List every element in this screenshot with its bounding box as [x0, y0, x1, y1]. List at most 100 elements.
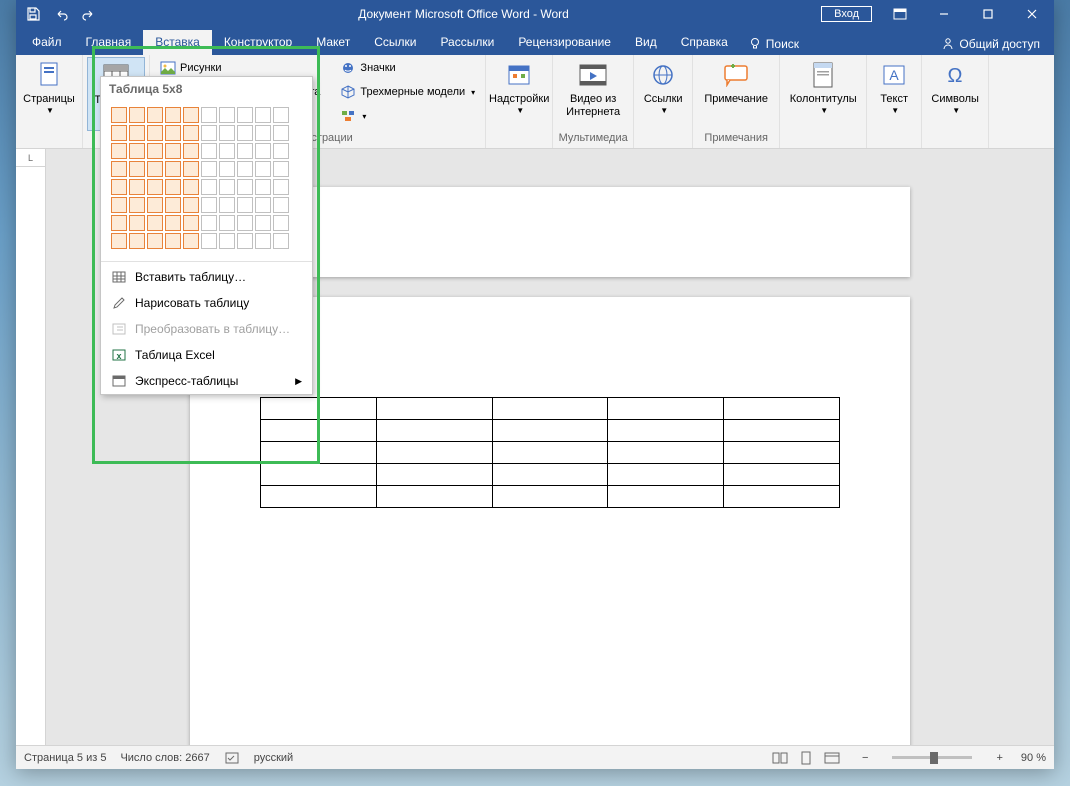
excel-table-item[interactable]: x Таблица Excel	[101, 342, 312, 368]
tab-help[interactable]: Справка	[669, 30, 740, 55]
table-cell[interactable]	[261, 442, 377, 464]
tab-design[interactable]: Конструктор	[212, 30, 304, 55]
tab-search[interactable]: Поиск	[740, 33, 807, 55]
tab-references[interactable]: Ссылки	[362, 30, 428, 55]
grid-cell[interactable]	[273, 161, 289, 177]
close-icon[interactable]	[1010, 0, 1054, 28]
grid-cell[interactable]	[129, 215, 145, 231]
grid-cell[interactable]	[273, 179, 289, 195]
grid-cell[interactable]	[183, 161, 199, 177]
document-table[interactable]	[260, 397, 840, 508]
grid-cell[interactable]	[219, 179, 235, 195]
pages-button[interactable]: Страницы ▼	[20, 57, 78, 131]
redo-icon[interactable]	[76, 2, 102, 26]
grid-cell[interactable]	[129, 125, 145, 141]
table-cell[interactable]	[261, 398, 377, 420]
grid-cell[interactable]	[237, 215, 253, 231]
grid-cell[interactable]	[219, 233, 235, 249]
grid-cell[interactable]	[183, 179, 199, 195]
table-cell[interactable]	[261, 464, 377, 486]
grid-cell[interactable]	[201, 107, 217, 123]
grid-cell[interactable]	[111, 125, 127, 141]
undo-icon[interactable]	[48, 2, 74, 26]
table-cell[interactable]	[492, 398, 608, 420]
grid-cell[interactable]	[201, 125, 217, 141]
tab-view[interactable]: Вид	[623, 30, 669, 55]
grid-cell[interactable]	[183, 143, 199, 159]
grid-cell[interactable]	[273, 197, 289, 213]
grid-cell[interactable]	[273, 125, 289, 141]
language-indicator[interactable]: русский	[254, 752, 293, 764]
tab-layout[interactable]: Макет	[304, 30, 362, 55]
table-cell[interactable]	[724, 398, 840, 420]
grid-cell[interactable]	[201, 197, 217, 213]
grid-cell[interactable]	[183, 233, 199, 249]
icons-button[interactable]: Значки	[336, 57, 479, 79]
table-cell[interactable]	[261, 486, 377, 508]
grid-cell[interactable]	[129, 161, 145, 177]
addins-button[interactable]: Надстройки ▼	[490, 57, 548, 131]
table-cell[interactable]	[608, 398, 724, 420]
grid-cell[interactable]	[219, 161, 235, 177]
grid-cell[interactable]	[219, 215, 235, 231]
table-cell[interactable]	[492, 442, 608, 464]
grid-cell[interactable]	[237, 179, 253, 195]
grid-cell[interactable]	[201, 233, 217, 249]
grid-cell[interactable]	[129, 233, 145, 249]
grid-cell[interactable]	[255, 197, 271, 213]
grid-cell[interactable]	[273, 233, 289, 249]
grid-cell[interactable]	[165, 161, 181, 177]
grid-cell[interactable]	[165, 179, 181, 195]
grid-cell[interactable]	[111, 233, 127, 249]
grid-cell[interactable]	[255, 215, 271, 231]
grid-cell[interactable]	[237, 233, 253, 249]
insert-table-item[interactable]: Вставить таблицу…	[101, 264, 312, 290]
tab-file[interactable]: Файл	[20, 30, 74, 55]
grid-cell[interactable]	[237, 107, 253, 123]
grid-cell[interactable]	[183, 215, 199, 231]
tab-home[interactable]: Главная	[74, 30, 144, 55]
grid-cell[interactable]	[147, 125, 163, 141]
grid-cell[interactable]	[255, 125, 271, 141]
grid-cell[interactable]	[237, 197, 253, 213]
table-cell[interactable]	[724, 464, 840, 486]
grid-cell[interactable]	[255, 143, 271, 159]
grid-cell[interactable]	[129, 197, 145, 213]
table-cell[interactable]	[608, 420, 724, 442]
grid-cell[interactable]	[111, 107, 127, 123]
grid-cell[interactable]	[165, 197, 181, 213]
table-cell[interactable]	[376, 486, 492, 508]
grid-cell[interactable]	[201, 161, 217, 177]
grid-cell[interactable]	[111, 161, 127, 177]
grid-cell[interactable]	[129, 107, 145, 123]
table-cell[interactable]	[724, 442, 840, 464]
zoom-level[interactable]: 90 %	[1021, 752, 1046, 764]
zoom-slider[interactable]	[892, 756, 972, 759]
grid-cell[interactable]	[219, 143, 235, 159]
grid-cell[interactable]	[255, 107, 271, 123]
grid-cell[interactable]	[273, 215, 289, 231]
grid-cell[interactable]	[237, 125, 253, 141]
grid-cell[interactable]	[111, 143, 127, 159]
header-footer-button[interactable]: Колонтитулы ▼	[784, 57, 862, 131]
grid-cell[interactable]	[111, 215, 127, 231]
grid-cell[interactable]	[255, 161, 271, 177]
save-icon[interactable]	[20, 2, 46, 26]
grid-cell[interactable]	[147, 233, 163, 249]
read-view-icon[interactable]	[768, 748, 792, 768]
table-cell[interactable]	[724, 486, 840, 508]
grid-cell[interactable]	[255, 179, 271, 195]
table-cell[interactable]	[376, 464, 492, 486]
grid-cell[interactable]	[147, 161, 163, 177]
tab-review[interactable]: Рецензирование	[506, 30, 623, 55]
draw-table-item[interactable]: Нарисовать таблицу	[101, 290, 312, 316]
page-indicator[interactable]: Страница 5 из 5	[24, 752, 106, 764]
symbols-button[interactable]: Ω Символы ▼	[926, 57, 984, 131]
login-button[interactable]: Вход	[821, 6, 872, 22]
table-cell[interactable]	[724, 420, 840, 442]
grid-cell[interactable]	[273, 143, 289, 159]
grid-cell[interactable]	[165, 143, 181, 159]
grid-cell[interactable]	[237, 161, 253, 177]
quick-tables-item[interactable]: Экспресс-таблицы ▶	[101, 368, 312, 394]
grid-cell[interactable]	[165, 125, 181, 141]
